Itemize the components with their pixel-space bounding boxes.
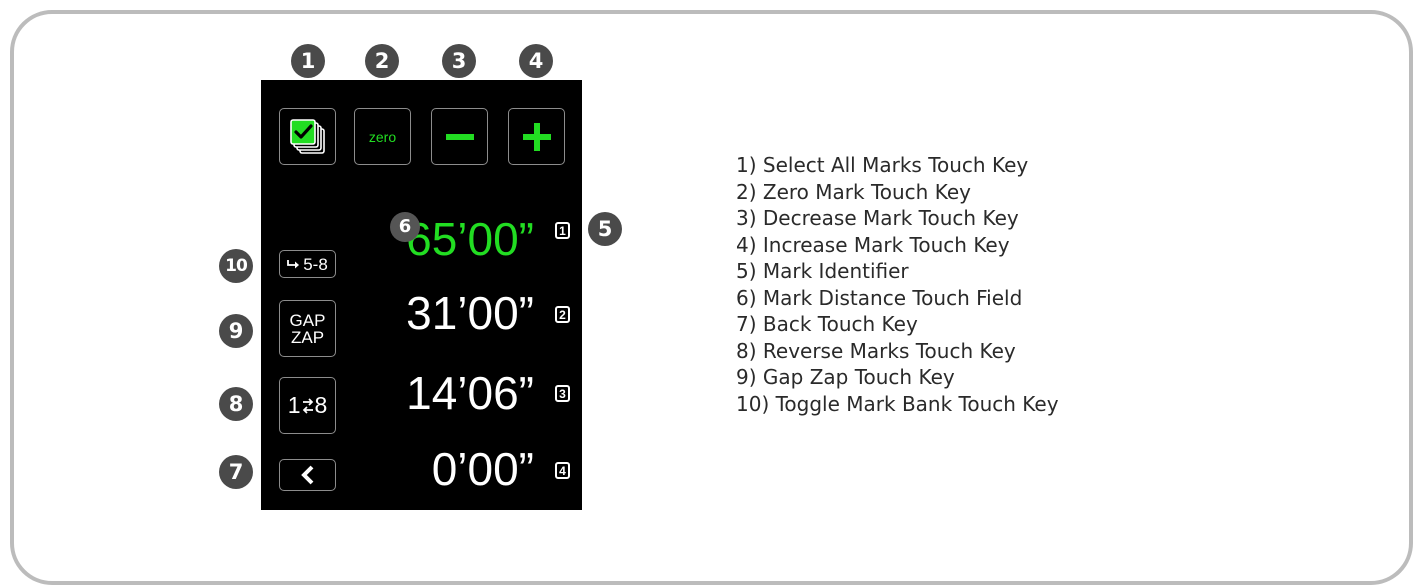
callout-2: 2 — [365, 44, 399, 78]
decrease-mark-button[interactable] — [431, 108, 488, 165]
plus-icon — [522, 122, 551, 151]
reverse-marks-left-label: 1 — [287, 392, 301, 418]
toggle-mark-bank-label: 5-8 — [303, 254, 328, 274]
mark-distance-field-3[interactable]: 14’06” — [406, 370, 534, 416]
swap-arrows-icon — [302, 397, 313, 414]
select-all-marks-icon — [289, 118, 325, 154]
callout-8: 8 — [219, 387, 253, 421]
legend-item: 5) Mark Identifier — [736, 259, 909, 283]
mark-distance-field-1[interactable]: 65’00” — [406, 216, 534, 262]
mark-identifier-3: 3 — [555, 385, 570, 402]
increase-mark-button[interactable] — [508, 108, 565, 165]
device-screen: zero 5-8 GAP ZAP 1 8 65’00” 1 31’00” 2 1… — [261, 80, 582, 510]
legend-item: 9) Gap Zap Touch Key — [736, 365, 955, 389]
callout-5: 5 — [588, 212, 622, 246]
mark-identifier-4: 4 — [555, 462, 570, 479]
callout-3: 3 — [442, 44, 476, 78]
mark-distance-field-2[interactable]: 31’00” — [406, 290, 534, 336]
legend-item: 3) Decrease Mark Touch Key — [736, 206, 1019, 230]
legend-item: 10) Toggle Mark Bank Touch Key — [736, 391, 1059, 416]
mark-identifier-2: 2 — [555, 306, 570, 323]
callout-4: 4 — [519, 44, 553, 78]
arrow-right-icon — [287, 260, 300, 269]
callout-7: 7 — [219, 455, 253, 489]
gap-zap-label-line1: GAP — [289, 310, 326, 330]
gap-zap-button[interactable]: GAP ZAP — [279, 300, 336, 357]
zero-mark-label: zero — [368, 128, 397, 145]
callout-9: 9 — [219, 314, 253, 348]
legend-list: 1) Select All Marks Touch Key 2) Zero Ma… — [736, 152, 1059, 417]
chevron-left-icon — [300, 465, 313, 485]
mark-identifier-1: 1 — [555, 222, 570, 239]
reverse-marks-button[interactable]: 1 8 — [279, 377, 336, 434]
legend-item: 6) Mark Distance Touch Field — [736, 285, 1023, 310]
legend-item: 1) Select All Marks Touch Key — [736, 153, 1029, 177]
zero-mark-button[interactable]: zero — [354, 108, 411, 165]
back-button[interactable] — [279, 459, 336, 491]
callout-10: 10 — [219, 249, 253, 283]
diagram-frame — [10, 10, 1413, 585]
minus-icon — [445, 133, 474, 140]
legend-item: 4) Increase Mark Touch Key — [736, 232, 1010, 257]
toggle-mark-bank-button[interactable]: 5-8 — [279, 250, 336, 278]
callout-1: 1 — [291, 44, 325, 78]
callout-6: 6 — [390, 212, 420, 242]
gap-zap-label-line2: ZAP — [290, 327, 325, 347]
legend-item: 7) Back Touch Key — [736, 312, 918, 336]
legend-item: 2) Zero Mark Touch Key — [736, 179, 971, 204]
legend-item: 8) Reverse Marks Touch Key — [736, 338, 1016, 363]
mark-distance-field-4[interactable]: 0’00” — [432, 446, 534, 492]
reverse-marks-right-label: 8 — [314, 392, 328, 418]
select-all-marks-button[interactable] — [279, 108, 336, 165]
